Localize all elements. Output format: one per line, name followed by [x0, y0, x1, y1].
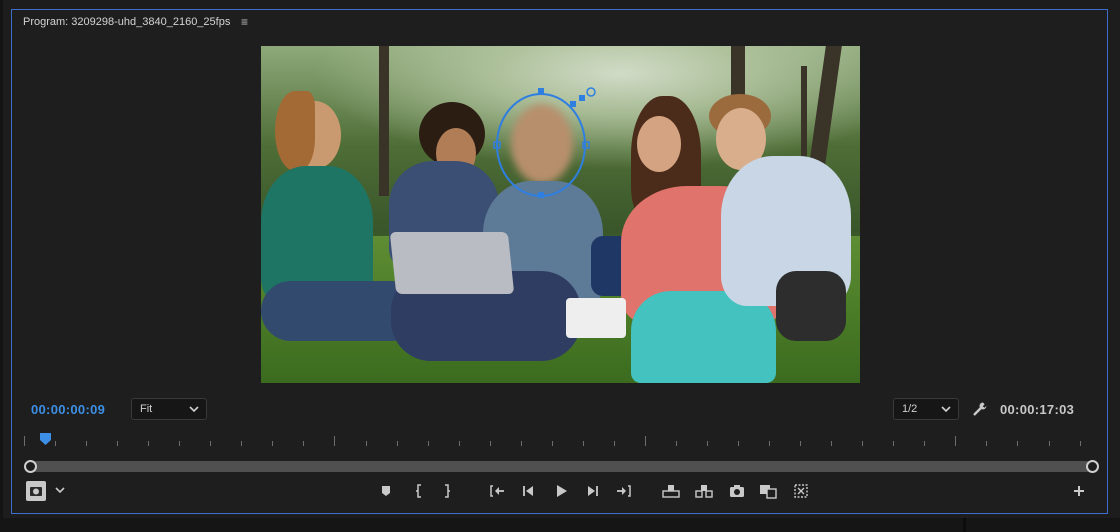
ruler-tick — [272, 441, 273, 446]
extract-button[interactable] — [694, 482, 714, 500]
hamburger-menu-icon[interactable]: ≡ — [241, 15, 248, 29]
ruler-tick — [210, 441, 211, 446]
go-to-out-button[interactable] — [614, 482, 634, 500]
program-video-frame[interactable] — [261, 46, 860, 383]
ruler-tick — [1017, 441, 1018, 446]
ruler-tick — [862, 441, 863, 446]
add-marker-button[interactable] — [376, 482, 396, 500]
ruler-tick — [707, 441, 708, 446]
ruler-tick — [241, 441, 242, 446]
ruler-tick — [366, 441, 367, 446]
bottom-panel-strip — [0, 518, 1120, 532]
time-ruler[interactable] — [24, 430, 1092, 446]
go-to-in-button[interactable] — [487, 482, 507, 500]
play-button[interactable] — [551, 482, 571, 500]
ruler-tick — [86, 441, 87, 446]
chevron-down-icon — [189, 399, 199, 427]
mark-in-button[interactable] — [409, 482, 429, 500]
ruler-tick — [521, 441, 522, 446]
playhead-marker[interactable] — [40, 432, 51, 445]
ruler-tick — [955, 436, 956, 446]
ruler-tick — [397, 441, 398, 446]
export-frame-button[interactable] — [727, 482, 747, 500]
lift-icon — [662, 485, 680, 498]
chevron-down-icon — [941, 399, 951, 427]
ruler-tick — [583, 441, 584, 446]
camera-icon — [730, 485, 744, 497]
ruler-tick — [614, 441, 615, 446]
mark-out-button[interactable] — [437, 482, 457, 500]
go-to-out-icon — [617, 485, 631, 497]
ruler-tick — [1080, 441, 1081, 446]
playback-resolution-label: 1/2 — [902, 403, 918, 415]
play-icon — [557, 485, 567, 497]
ruler-tick — [179, 441, 180, 446]
ruler-tick — [738, 441, 739, 446]
chevron-down-icon[interactable] — [53, 483, 67, 497]
ruler-tick — [117, 441, 118, 446]
ruler-tick — [148, 441, 149, 446]
ruler-tick — [831, 441, 832, 446]
ruler-tick — [428, 441, 429, 446]
extract-icon — [695, 485, 713, 498]
playback-resolution-dropdown[interactable]: 1/2 — [893, 398, 959, 420]
ruler-tick — [924, 441, 925, 446]
comparison-view-icon — [760, 485, 777, 499]
current-timecode[interactable]: 00:00:00:09 — [31, 402, 105, 417]
marker-icon — [382, 486, 390, 496]
ruler-tick — [303, 441, 304, 446]
toggle-proxies-button[interactable] — [791, 482, 811, 500]
ruler-tick — [552, 441, 553, 446]
step-forward-button[interactable] — [582, 482, 602, 500]
ruler-tick — [334, 436, 335, 446]
ruler-tick — [986, 441, 987, 446]
zoom-scroll-right-handle[interactable] — [1086, 460, 1099, 473]
comparison-view-button[interactable] — [758, 482, 778, 500]
panel-divider — [963, 518, 966, 532]
zoom-scroll-bar[interactable] — [30, 461, 1092, 472]
panel-title: Program: 3209298-uhd_3840_2160_25fps — [23, 16, 231, 28]
ruler-tick — [893, 441, 894, 446]
wrench-settings-icon[interactable] — [972, 401, 988, 417]
plus-icon — [1074, 486, 1084, 496]
proxy-icon — [794, 484, 808, 498]
zoom-scroll-left-handle[interactable] — [24, 460, 37, 473]
mark-in-icon — [416, 484, 421, 498]
lift-button[interactable] — [661, 482, 681, 500]
ruler-tick — [24, 436, 25, 446]
duration-timecode: 00:00:17:03 — [1000, 402, 1075, 417]
button-editor-button[interactable] — [1069, 482, 1089, 500]
step-back-icon — [523, 486, 533, 496]
settings-camera-button[interactable] — [26, 481, 46, 501]
left-panel-edge — [0, 0, 3, 532]
blur-mask-ellipse[interactable] — [261, 46, 860, 383]
ruler-tick — [490, 441, 491, 446]
zoom-level-label: Fit — [140, 403, 153, 415]
ruler-tick — [645, 436, 646, 446]
mark-out-icon — [445, 484, 450, 498]
ruler-tick — [1049, 441, 1050, 446]
ruler-tick — [676, 441, 677, 446]
ruler-tick — [55, 441, 56, 446]
step-back-button[interactable] — [519, 482, 539, 500]
ruler-tick — [459, 441, 460, 446]
step-forward-icon — [588, 486, 598, 496]
go-to-in-icon — [490, 485, 504, 497]
ruler-tick — [769, 441, 770, 446]
zoom-level-dropdown[interactable]: Fit — [131, 398, 207, 420]
ruler-tick — [800, 441, 801, 446]
